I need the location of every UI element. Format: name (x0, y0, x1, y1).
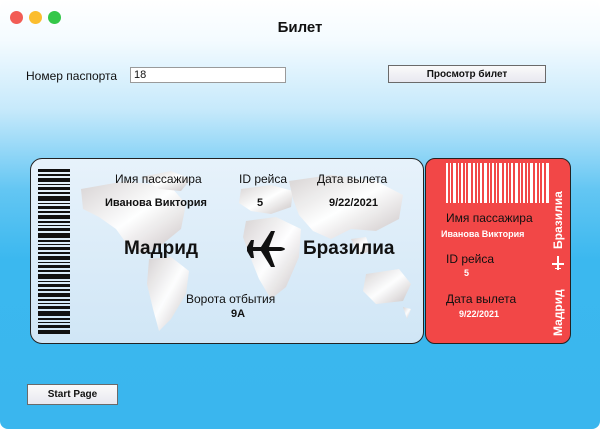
airplane-icon (247, 231, 285, 267)
stub-airplane-icon (552, 256, 564, 270)
passport-input[interactable] (130, 67, 286, 83)
barcode (38, 169, 70, 334)
stub-flight-id-label: ID рейса (446, 252, 495, 266)
window-title: Билет (277, 19, 323, 36)
start-page-button[interactable]: Start Page (27, 384, 118, 405)
stub-departure-date-label: Дата вылета (446, 292, 517, 306)
passenger-name-label: Имя пассажира (115, 172, 202, 186)
departure-date-value: 9/22/2021 (329, 197, 378, 209)
ticket-window: Билет Номер паспорта Просмотр билет (0, 0, 600, 429)
stub-departure-date-value: 9/22/2021 (459, 309, 500, 319)
stub-barcode (446, 163, 549, 203)
stub-flight-id-value: 5 (464, 268, 470, 278)
flight-id-value: 5 (257, 197, 264, 209)
stub-passenger-name-label: Имя пассажира (446, 211, 533, 225)
stub-route-destination: Бразилиа (551, 191, 565, 249)
stub-route-origin: Мадрид (551, 289, 565, 336)
stub-passenger-name-value: Иванова Виктория (441, 229, 525, 239)
flight-id-label: ID рейса (239, 172, 288, 186)
destination-city: Бразилиа (303, 238, 395, 259)
view-ticket-button[interactable]: Просмотр билет (388, 65, 546, 83)
departure-date-label: Дата вылета (317, 172, 388, 186)
passport-label: Номер паспорта (26, 69, 118, 83)
ticket-main: Имя пассажира Иванова Виктория ID рейса … (30, 158, 424, 344)
passenger-name-value: Иванова Виктория (105, 197, 207, 209)
departure-gate-label: Ворота отбытия (186, 292, 276, 306)
ticket-stub: Имя пассажира Иванова Виктория ID рейса … (425, 158, 571, 344)
departure-gate-value: 9A (231, 308, 246, 320)
origin-city: Мадрид (124, 238, 199, 259)
